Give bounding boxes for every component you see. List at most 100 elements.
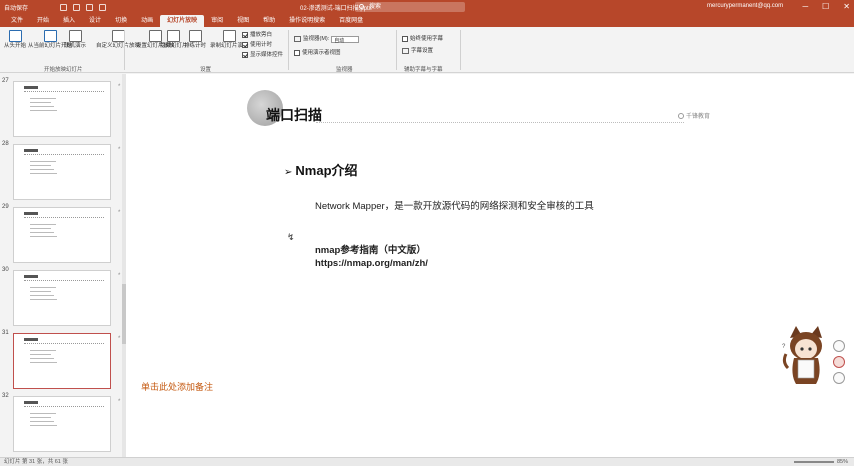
tab-7[interactable]: 审阅 [204,15,230,27]
thumbnail-title [24,275,38,278]
always-subtitles-checkbox[interactable]: 始终使用字幕 [402,35,443,43]
slide-number: 30 [2,267,9,273]
tab-10[interactable]: 操作说明搜索 [282,15,332,27]
group-setup-label: 设置 [200,67,212,73]
tab-2[interactable]: 插入 [56,15,82,27]
thumbnail-text-line [30,295,54,296]
group-monitors-label: 监视器 [336,67,353,73]
subtitle-settings-label: 字幕设置 [411,48,434,54]
undo-icon[interactable] [73,3,80,11]
thumbnail-text-line [30,417,51,418]
thumbnail-text-line [30,350,56,351]
subtitle-icon [402,48,409,54]
thumbnail-text-line [30,228,51,229]
use-timings-checkbox[interactable]: 使用计时 [242,41,272,49]
thumbnail-text-line [30,287,56,288]
presenter-view-checkbox[interactable]: 使用演示者视图 [294,49,341,57]
slide-thumbnail[interactable] [13,144,111,200]
zoom-out-icon[interactable] [833,372,845,384]
record-icon [222,30,236,42]
account-name[interactable]: mercurypermanent@qq.com [707,3,783,9]
tab-8[interactable]: 视图 [230,15,256,27]
mascot-character-icon: ? [782,326,822,384]
ribbon: 从头开始 从当前幻灯片开始 联机演示 自定义幻灯片放映 开始放映幻灯片 设置幻灯… [0,27,854,73]
zoom-in-icon[interactable] [833,340,845,352]
thumbnail-divider [24,217,104,218]
checkbox-unchecked-icon [402,36,408,42]
section-heading[interactable]: ➢ Nmap介绍 [284,160,358,179]
reference-title[interactable]: nmap参考指南（中文版） [315,242,426,256]
show-media-controls-label: 显示媒体控件 [250,52,284,58]
slide-thumbnail[interactable] [13,270,111,326]
tab-1[interactable]: 开始 [30,15,56,27]
checkbox-checked-icon [242,32,248,38]
tab-3[interactable]: 设计 [82,15,108,27]
transition-star-icon: * [118,273,121,279]
custom-show-button[interactable]: 自定义幻灯片放映 [96,30,140,50]
powerpoint-window: 自动保存 02-渗透测试-端口扫描.pptx 搜索 mercurypermane… [0,0,854,466]
custom-show-icon [111,30,125,42]
subtitle-settings-button[interactable]: 字幕设置 [402,47,433,55]
slide-number: 29 [2,204,9,210]
show-media-controls-checkbox[interactable]: 显示媒体控件 [242,51,283,59]
thumbnail-title [24,149,38,152]
slide-title[interactable]: 端口扫描 [266,105,322,125]
monitor-dropdown[interactable]: 自动 [331,35,360,44]
search-input[interactable]: 搜索 [355,2,465,12]
zoom-control[interactable]: 85% [791,458,848,466]
thumbnail-text-line [30,224,56,225]
close-button[interactable]: ✕ [843,2,850,12]
checkbox-checked-icon [242,52,248,58]
tab-4[interactable]: 切换 [108,15,134,27]
rehearse-button[interactable]: 排练计时 [184,30,206,50]
tab-11[interactable]: 百度网盘 [332,15,370,27]
tab-0[interactable]: 文件 [4,15,30,27]
thumbnail-text-line [30,173,57,174]
tab-5[interactable]: 动画 [134,15,160,27]
thumbnail-text-line [30,362,57,363]
thumbnail-divider [24,406,104,407]
notes-placeholder[interactable]: 单击此处添加备注 [141,380,213,393]
floating-side-controls [833,340,845,384]
autosave-toggle[interactable]: 自动保存 [4,3,56,12]
play-narrations-checkbox[interactable]: 播放旁白 [242,31,272,39]
slide-canvas[interactable]: 端口扫描 千锋教育 ➢ Nmap介绍 Network Mapper，是一款开放源代… [126,74,854,457]
slide-thumbnail-pane: 27 * 28 * 29 * 30 * 31 * 32 * [0,74,126,457]
zoom-slider[interactable] [793,460,834,463]
record-indicator-icon[interactable] [833,356,845,368]
title-bar: 自动保存 02-渗透测试-端口扫描.pptx 搜索 mercurypermane… [0,0,854,14]
thumbnail-text-line [30,161,56,162]
thumbnail-text-line [30,169,54,170]
watermark-text: 千锋教育 [686,114,711,120]
minimize-button[interactable]: ─ [802,2,808,12]
from-start-button[interactable]: 从头开始 [4,30,26,50]
slide-thumbnail[interactable] [13,81,111,137]
reference-url[interactable]: https://nmap.org/man/zh/ [315,258,428,269]
tab-9[interactable]: 帮助 [256,15,282,27]
present-icon[interactable] [99,3,106,11]
description-text[interactable]: Network Mapper，是一款开放源代码的网络探测和安全审核的工具 [315,198,594,212]
tab-6[interactable]: 幻灯片放映 [160,15,205,27]
slide-number: 27 [2,78,9,84]
slide-thumbnail[interactable] [13,333,111,389]
slideshow-start-icon [8,30,22,42]
use-timings-label: 使用计时 [250,42,273,48]
thumbnail-divider [24,154,104,155]
transition-star-icon: * [118,210,121,216]
online-present-button[interactable]: 联机演示 [64,30,86,50]
thumbnail-text-line [30,291,51,292]
slide-thumbnail[interactable] [13,207,111,263]
monitor-select[interactable]: 监视器(M): 自动 [294,35,360,44]
thumbnail-text-line [30,299,57,300]
slide-number: 28 [2,141,9,147]
from-start-label: 从头开始 [4,43,27,49]
redo-icon[interactable] [86,3,93,11]
hide-slide-icon [167,30,181,42]
online-present-label: 联机演示 [64,43,87,49]
maximize-button[interactable]: ☐ [822,2,829,12]
thumbnail-title [24,401,38,404]
monitor-icon [294,36,301,42]
section-heading-text: Nmap介绍 [295,163,358,178]
save-icon[interactable] [60,3,67,11]
slide-thumbnail[interactable] [13,396,111,452]
